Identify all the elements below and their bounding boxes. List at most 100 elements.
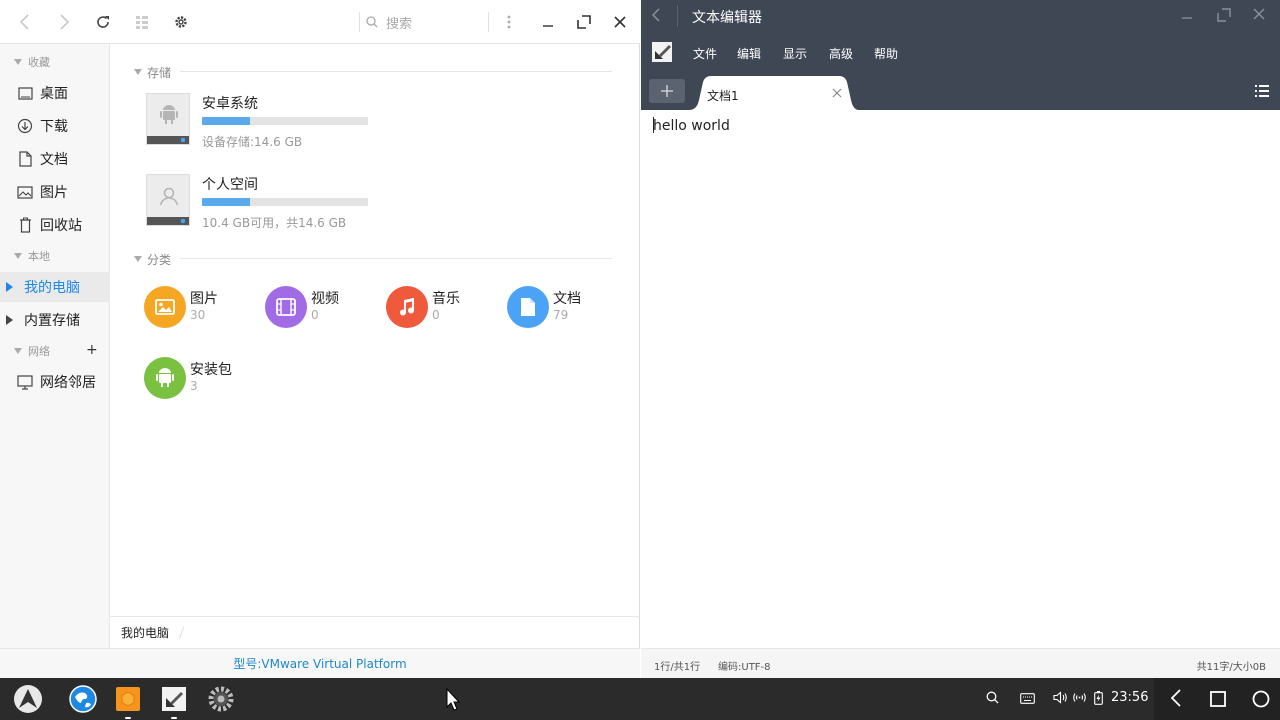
- close-icon[interactable]: [1253, 8, 1265, 24]
- maximize-icon[interactable]: [573, 11, 595, 33]
- category-section-header[interactable]: 分类: [134, 250, 171, 268]
- network-section-header[interactable]: 网络 +: [0, 341, 110, 361]
- image-icon: [144, 286, 186, 328]
- start-menu-icon[interactable]: [12, 683, 44, 715]
- android-icon: [158, 104, 180, 126]
- drive-info: 10.4 GB可用，共14.6 GB: [202, 216, 347, 230]
- maximize-icon[interactable]: [1217, 8, 1231, 26]
- menu-view[interactable]: 显示: [783, 45, 807, 62]
- sidebar-item-downloads[interactable]: 下载: [0, 111, 110, 141]
- device-model-text: 型号:VMware Virtual Platform: [233, 657, 407, 671]
- sidebar-item-documents[interactable]: 文档: [0, 144, 110, 174]
- navigation-bar: [1154, 678, 1280, 720]
- search-placeholder: 搜索: [386, 16, 413, 32]
- sidebar-item-desktop[interactable]: 桌面: [0, 78, 110, 108]
- drive-thumbnail: [146, 93, 190, 145]
- text-editor-window: 文本编辑器 文件 编辑 显示 高级 帮助 文档1 hello world 1行/…: [641, 0, 1280, 678]
- search-input[interactable]: 搜索: [366, 11, 484, 33]
- settings-gear-icon[interactable]: [170, 11, 192, 33]
- battery-charging-icon[interactable]: [1094, 691, 1103, 709]
- system-settings-app-icon[interactable]: [205, 683, 237, 715]
- drive-thumbnail: [146, 174, 190, 226]
- category-apk-packages[interactable]: 安装包 3: [144, 357, 254, 401]
- toolbar-separator: [488, 12, 489, 32]
- nav-recent-apps-icon[interactable]: [1210, 691, 1226, 711]
- category-pictures[interactable]: 图片 30: [144, 286, 254, 330]
- editor-content: hello world: [653, 118, 730, 134]
- menu-edit[interactable]: 编辑: [737, 45, 761, 62]
- back-icon[interactable]: [14, 11, 36, 33]
- music-icon: [386, 286, 428, 328]
- new-tab-button[interactable]: [649, 79, 685, 103]
- file-manager-content: 存储 安卓系统 设备存储:14.6 GB 个人空间 10.4 GB可用，共14.…: [110, 44, 640, 616]
- tab-document1[interactable]: 文档1: [689, 76, 859, 110]
- volume-icon[interactable]: [1053, 691, 1068, 708]
- menu-file[interactable]: 文件: [693, 45, 717, 62]
- character-count: 共11字/大小0B: [1196, 662, 1266, 673]
- minimize-icon[interactable]: [537, 11, 559, 33]
- nav-back-icon[interactable]: [1170, 689, 1182, 711]
- android-package-icon: [144, 357, 186, 399]
- tab-list-icon[interactable]: [1255, 84, 1269, 102]
- drive-android-system[interactable]: 安卓系统 设备存储:14.6 GB: [146, 93, 546, 149]
- file-manager-window: 搜索 收藏 桌面 下载 文档 图片 回收站 本地 我的电脑 内置存储 网络 + …: [0, 0, 640, 678]
- view-mode-icon[interactable]: [131, 11, 153, 33]
- video-icon: [265, 286, 307, 328]
- clock[interactable]: 23:56: [1111, 690, 1148, 705]
- status-bar: 型号:VMware Virtual Platform: [0, 648, 640, 678]
- sidebar-item-network-neighborhood[interactable]: 网络邻居: [0, 367, 110, 397]
- file-manager-app-icon[interactable]: [112, 683, 144, 719]
- keyboard-icon[interactable]: [1020, 693, 1035, 708]
- favorites-section-header[interactable]: 收藏: [0, 52, 110, 72]
- text-editor-app-icon[interactable]: [158, 683, 190, 719]
- add-network-icon[interactable]: +: [86, 342, 98, 358]
- breadcrumb: 我的电脑: [110, 616, 640, 648]
- sidebar-item-my-computer[interactable]: 我的电脑: [0, 272, 110, 302]
- drive-usage-bar: [202, 198, 368, 206]
- search-icon: [366, 16, 378, 28]
- back-icon[interactable]: [651, 8, 661, 26]
- tab-close-icon[interactable]: [832, 87, 842, 102]
- editor-tabbar: 文档1: [641, 72, 1280, 110]
- minimize-icon[interactable]: [1181, 8, 1193, 24]
- category-music[interactable]: 音乐 0: [386, 286, 496, 330]
- menu-advanced[interactable]: 高级: [829, 45, 853, 62]
- editor-logo-icon: [651, 41, 673, 63]
- sidebar-item-trash[interactable]: 回收站: [0, 210, 110, 240]
- category-videos[interactable]: 视频 0: [265, 286, 375, 330]
- storage-section-header[interactable]: 存储: [134, 63, 171, 81]
- search-icon[interactable]: [986, 691, 999, 708]
- drive-personal-space[interactable]: 个人空间 10.4 GB可用，共14.6 GB: [146, 174, 546, 230]
- more-menu-icon[interactable]: [498, 11, 520, 33]
- window-title: 文本编辑器: [692, 10, 762, 26]
- refresh-icon[interactable]: [92, 11, 114, 33]
- editor-status-bar: 1行/共1行 编码:UTF-8 共11字/大小0B: [641, 648, 1280, 678]
- category-documents[interactable]: 文档 79: [507, 286, 617, 330]
- expand-arrow-icon: [6, 282, 13, 292]
- plus-icon: [661, 85, 673, 97]
- menu-help[interactable]: 帮助: [874, 45, 898, 62]
- drive-name: 安卓系统: [202, 96, 258, 112]
- document-icon: [16, 150, 34, 168]
- download-icon: [16, 117, 34, 135]
- file-manager-sidebar: 收藏 桌面 下载 文档 图片 回收站 本地 我的电脑 内置存储 网络 + 网络邻…: [0, 44, 110, 648]
- browser-app-icon[interactable]: [67, 683, 99, 715]
- breadcrumb-item-my-computer[interactable]: 我的电脑: [121, 624, 169, 641]
- local-section-header[interactable]: 本地: [0, 246, 110, 266]
- forward-icon[interactable]: [53, 11, 75, 33]
- expand-arrow-icon: [6, 315, 13, 325]
- close-icon[interactable]: [609, 11, 631, 33]
- sidebar-item-internal-storage[interactable]: 内置存储: [0, 305, 110, 335]
- encoding-indicator[interactable]: 编码:UTF-8: [718, 658, 771, 673]
- taskbar: 23:56: [0, 678, 1280, 720]
- network-signal-icon[interactable]: [1072, 691, 1087, 708]
- sidebar-item-pictures[interactable]: 图片: [0, 177, 110, 207]
- editor-menubar: 文件 编辑 显示 高级 帮助: [641, 32, 1280, 72]
- file-manager-toolbar: 搜索: [0, 0, 640, 44]
- editor-text-area[interactable]: hello world: [653, 117, 730, 134]
- doc-icon: [507, 286, 549, 328]
- cursor-position: 1行/共1行: [654, 662, 701, 673]
- trash-icon: [16, 216, 34, 234]
- drive-name: 个人空间: [202, 177, 258, 193]
- nav-home-icon[interactable]: [1252, 690, 1270, 712]
